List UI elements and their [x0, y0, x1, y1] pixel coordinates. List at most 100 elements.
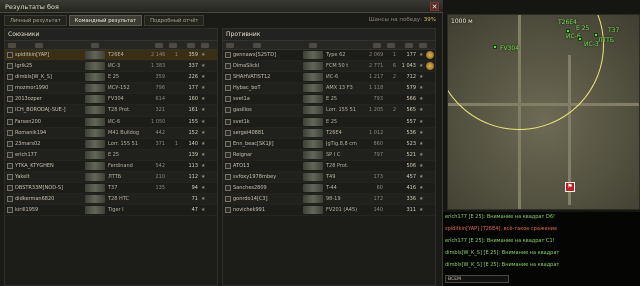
chat-input[interactable]: ВСЕМ [445, 275, 509, 283]
player-row[interactable]: Romanik194 M41 Bulldog 442 152 ★ [5, 127, 217, 139]
player-row[interactable]: DBSTR33M[NOD-S] T37 135 94 ★ [5, 183, 217, 195]
player-row[interactable]: Igrik25 ИС-3 1 383 337 ★ [5, 61, 217, 73]
squad-checkbox[interactable] [225, 74, 231, 81]
tank-icon [303, 73, 323, 82]
xp-value: 557 [406, 118, 416, 125]
player-row[interactable]: kirill1959 Tiger I 47 ★ [5, 205, 217, 217]
squad-checkbox[interactable] [7, 107, 13, 114]
tank-col-icon[interactable] [91, 43, 99, 48]
squad-checkbox[interactable] [7, 185, 13, 192]
star-icon: ★ [201, 140, 206, 147]
damage-col-icon[interactable] [373, 43, 381, 48]
squad-checkbox[interactable] [225, 107, 231, 114]
squad-checkbox[interactable] [7, 74, 13, 81]
player-row[interactable]: didkerman6820 T28 HTC 71 ★ [5, 194, 217, 206]
player-row[interactable]: Farsen200 ИС-6 1 050 155 ★ [5, 117, 217, 128]
player-row[interactable]: svet1k E 25 557 ★ [223, 117, 435, 128]
player-col-icon[interactable] [253, 43, 261, 48]
player-row[interactable]: Hybac_boT AMX 13 F3 1 118 579 ★ [223, 83, 435, 95]
tab-team[interactable]: Командный результат [68, 15, 143, 26]
damage-col-icon[interactable] [155, 43, 163, 48]
squad-checkbox[interactable] [7, 151, 13, 158]
squad-checkbox[interactable] [7, 85, 13, 92]
player-row[interactable]: Reignar SP I C 797 521 ★ [223, 149, 435, 161]
star-icon: ★ [201, 52, 206, 58]
player-name: DimaSlickl [233, 63, 260, 70]
player-row[interactable]: erich177 E 25 139 ★ [5, 149, 217, 161]
squad-checkbox[interactable] [225, 185, 231, 192]
player-row[interactable]: Yakelt ЛТТБ 210 112 ★ [5, 172, 217, 184]
squad-checkbox[interactable] [7, 207, 13, 214]
tank-name: T-44 [326, 185, 337, 192]
squad-col-icon[interactable] [226, 43, 234, 48]
squad-checkbox[interactable] [7, 96, 13, 103]
xp-col-icon[interactable] [187, 43, 195, 48]
map-vehicle-label: FV304 [500, 45, 520, 52]
squad-checkbox[interactable] [225, 196, 231, 203]
player-name: mozmor1990 [15, 85, 49, 92]
player-row[interactable]: novichek991 FV201 (A45) 140 311 ★ [223, 205, 435, 217]
player-row[interactable]: spiditkin[YAP] T26E4 2 146 1 359 ★ [5, 50, 217, 62]
tank-icon [303, 51, 323, 59]
squad-checkbox[interactable] [7, 129, 13, 136]
tab-personal[interactable]: Личный результат [4, 15, 67, 26]
tank-icon [85, 84, 105, 93]
minimap[interactable]: 1000 м E 25 ЛТТБ FV304 T26E4 ИС-3 ИС-6 T… [447, 14, 640, 210]
squad-checkbox[interactable] [7, 118, 13, 125]
player-row[interactable]: SHAHVATIST12 ИС-6 1 217 2 712 ★ [223, 72, 435, 84]
close-icon[interactable]: ✕ [430, 2, 439, 11]
squad-checkbox[interactable] [225, 162, 231, 169]
map-vehicle-label: E 25 [576, 25, 590, 32]
squad-checkbox[interactable] [7, 162, 13, 169]
xp-col-icon[interactable] [405, 43, 413, 48]
player-row[interactable]: dimbls[W_K_S] E 25 359 226 ★ [5, 72, 217, 84]
squad-checkbox[interactable] [225, 151, 231, 158]
player-name: Enn_beac[SK1JI] [233, 140, 274, 147]
squad-checkbox[interactable] [7, 140, 13, 147]
squad-checkbox[interactable] [7, 52, 13, 58]
xp-value: 416 [406, 185, 416, 192]
medal-col-icon[interactable] [201, 43, 209, 48]
squad-checkbox[interactable] [225, 63, 231, 70]
squad-checkbox[interactable] [225, 174, 231, 181]
medal-col-icon[interactable] [419, 43, 427, 48]
squad-checkbox[interactable] [225, 118, 231, 125]
squad-col-icon[interactable] [8, 43, 16, 48]
tab-detailed[interactable]: Подробный отчёт [144, 15, 205, 26]
player-row[interactable]: gonrdo14[C3] 98-19 172 336 ★ [223, 194, 435, 206]
player-row[interactable]: Sanches2809 T-44 60 416 ★ [223, 183, 435, 195]
player-row[interactable]: gennawx[S25TD] Type 62 2 069 1 177 ★ [223, 50, 435, 62]
xp-value: 1 043 [401, 63, 416, 70]
squad-checkbox[interactable] [225, 140, 231, 147]
squad-checkbox[interactable] [225, 129, 231, 136]
squad-checkbox[interactable] [225, 52, 231, 58]
player-row[interactable]: svet1a E 25 793 566 ★ [223, 94, 435, 106]
player-row[interactable]: YTKA_KTYGHEN Ferdinand 542 113 ★ [5, 161, 217, 173]
squad-checkbox[interactable] [7, 174, 13, 181]
player-row[interactable]: 2013ozper FV304 614 160 ★ [5, 94, 217, 106]
player-row[interactable]: Enn_beac[SK1JI] JgTig.8,8 cm 860 523 ★ [223, 139, 435, 150]
player-row[interactable]: mozmor1990 ИСУ-152 796 177 ★ [5, 83, 217, 95]
player-row[interactable]: ICH_BORODA[-SUE-] T28 Prot. 321 161 ★ [5, 105, 217, 117]
xp-value: 311 [406, 207, 416, 214]
squad-checkbox[interactable] [7, 196, 13, 203]
squad-checkbox[interactable] [225, 96, 231, 103]
player-row[interactable]: sergei40881 T26E4 1 012 536 ★ [223, 127, 435, 139]
tank-col-icon[interactable] [309, 43, 317, 48]
chat-line: spiditkin[YAP] [T26E4]: всё-такое сражен… [445, 226, 558, 232]
damage-value: 1 118 [369, 85, 384, 92]
squad-checkbox[interactable] [7, 63, 13, 70]
squad-checkbox[interactable] [225, 207, 231, 214]
player-row[interactable]: DimaSlickl FCM 50 t 2 771 6 1 043 ★ [223, 61, 435, 73]
player-col-icon[interactable] [35, 43, 43, 48]
player-row[interactable]: gasilios Lorr. 155 51 1 205 2 565 ★ [223, 105, 435, 117]
star-icon: ★ [419, 185, 424, 192]
player-row[interactable]: 23mars02 Lorr. 155 51 371 1 140 ★ [5, 139, 217, 150]
kills-col-icon[interactable] [387, 43, 395, 48]
player-row[interactable]: svfoxy1978rnbey T49 173 457 ★ [223, 172, 435, 184]
player-row[interactable]: ATO13 T28 Prot. 506 ★ [223, 161, 435, 173]
player-name: Sanches2809 [233, 185, 267, 192]
xp-value: 113 [188, 162, 198, 169]
squad-checkbox[interactable] [225, 85, 231, 92]
kills-col-icon[interactable] [169, 43, 177, 48]
